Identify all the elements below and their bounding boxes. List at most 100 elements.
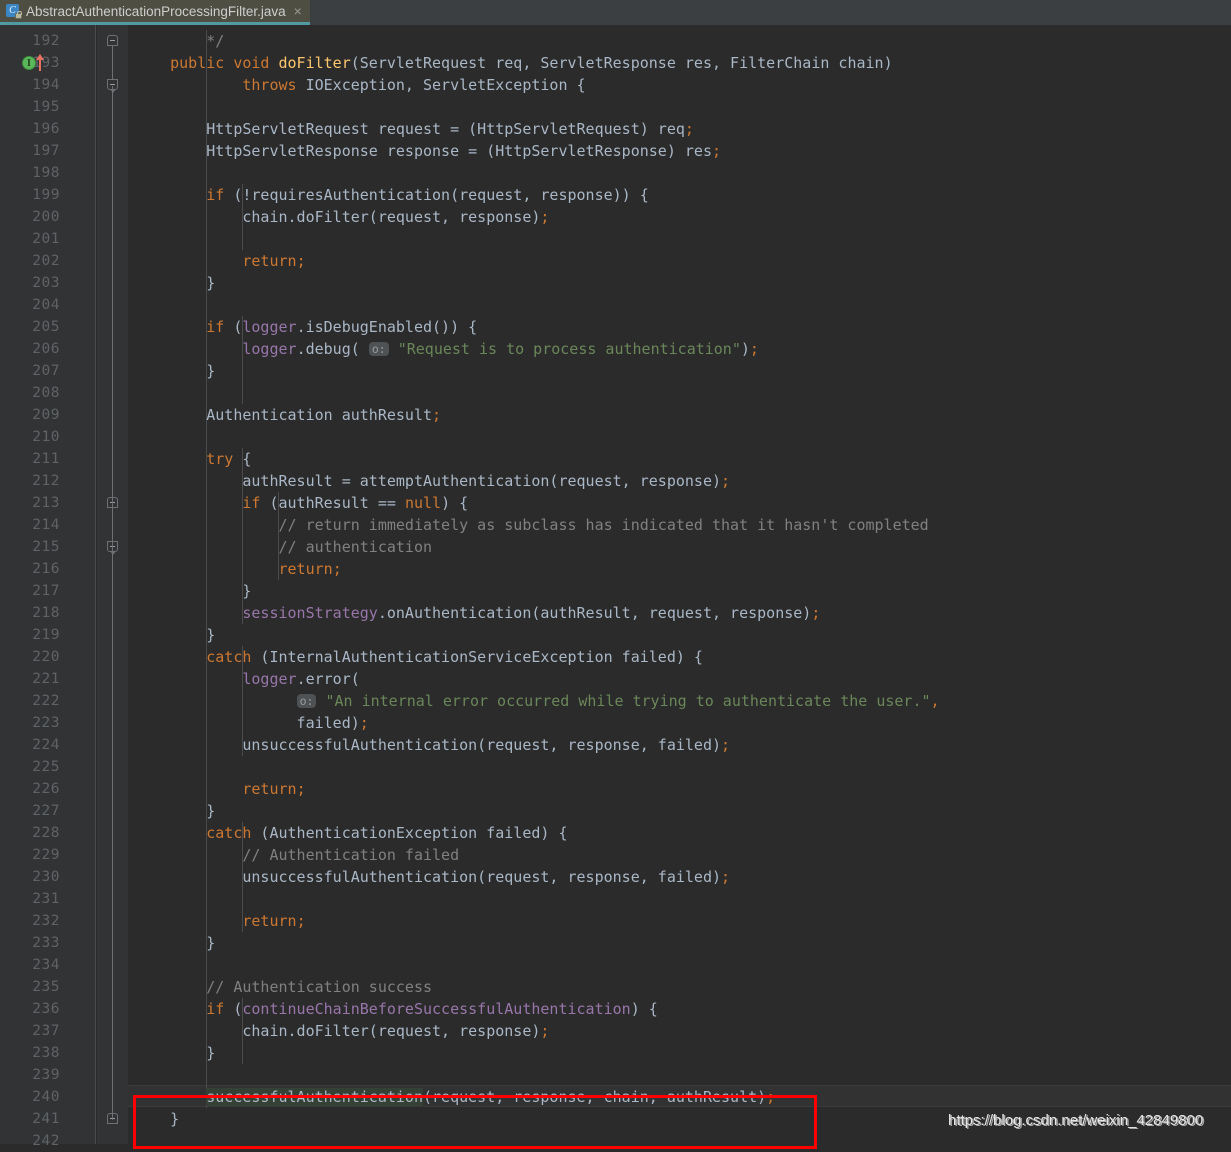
code-line[interactable]: // authentication xyxy=(128,536,1231,558)
code-token: ) { xyxy=(630,1000,658,1018)
close-icon[interactable]: × xyxy=(292,4,302,18)
editor-tab-abstractauthenticationprocessingfilter[interactable]: C AbstractAuthenticationProcessingFilter… xyxy=(0,0,310,25)
line-number: 206 xyxy=(32,341,60,357)
code-token: ; xyxy=(432,406,442,424)
code-line[interactable]: */ xyxy=(128,30,1231,52)
code-line[interactable]: } xyxy=(128,624,1231,646)
code-token: ; xyxy=(766,1088,776,1106)
line-number: 214 xyxy=(32,517,60,533)
editor-gutter[interactable]: 192 193 194 195 196 197 198 199 200 201 202 203 204 2… xyxy=(0,25,96,1149)
code-line[interactable]: sessionStrategy.onAuthentication(authRes… xyxy=(128,602,1231,624)
code-token: ) { xyxy=(441,494,469,512)
code-line[interactable]: o: "An internal error occurred while try… xyxy=(128,690,1231,712)
code-line[interactable] xyxy=(128,888,1231,910)
code-line[interactable]: } xyxy=(128,800,1231,822)
code-token: try xyxy=(206,450,234,468)
code-line[interactable]: Authentication authResult; xyxy=(128,404,1231,426)
code-line[interactable]: } xyxy=(128,580,1231,602)
code-folding-strip[interactable] xyxy=(97,25,128,1144)
line-number: 208 xyxy=(32,385,60,401)
code-line[interactable]: } xyxy=(128,1042,1231,1064)
code-line[interactable] xyxy=(128,1130,1231,1144)
code-line[interactable]: return; xyxy=(128,250,1231,272)
line-number: 212 xyxy=(32,473,60,489)
code-line[interactable]: catch (InternalAuthenticationServiceExce… xyxy=(128,646,1231,668)
override-arrow-icon[interactable] xyxy=(36,54,44,71)
code-line[interactable]: return; xyxy=(128,558,1231,580)
code-line[interactable] xyxy=(128,228,1231,250)
line-number: 203 xyxy=(32,275,60,291)
line-number: 240 xyxy=(32,1089,60,1105)
code-line[interactable]: } xyxy=(128,360,1231,382)
line-number: 239 xyxy=(32,1067,60,1083)
code-token: return xyxy=(242,912,297,930)
line-number: 227 xyxy=(32,803,60,819)
code-line[interactable]: if (authResult == null) { xyxy=(128,492,1231,514)
code-line[interactable]: throws IOException, ServletException { xyxy=(128,74,1231,96)
code-line[interactable]: public void doFilter(ServletRequest req,… xyxy=(128,52,1231,74)
line-number: 218 xyxy=(32,605,60,621)
code-token: return xyxy=(278,560,333,578)
code-token: IOException, ServletException { xyxy=(296,76,586,94)
code-line[interactable]: chain.doFilter(request, response); xyxy=(128,206,1231,228)
code-line[interactable]: // Authentication success xyxy=(128,976,1231,998)
code-line[interactable] xyxy=(128,954,1231,976)
code-token: ( xyxy=(224,1000,243,1018)
fold-marker-open[interactable] xyxy=(107,35,118,46)
code-token: (AuthenticationException failed) { xyxy=(251,824,568,842)
code-line[interactable]: HttpServletResponse response = (HttpServ… xyxy=(128,140,1231,162)
line-number: 234 xyxy=(32,957,60,973)
code-line[interactable] xyxy=(128,96,1231,118)
code-token: // Authentication failed xyxy=(134,846,460,864)
code-line[interactable]: if (logger.isDebugEnabled()) { xyxy=(128,316,1231,338)
code-line[interactable]: chain.doFilter(request, response); xyxy=(128,1020,1231,1042)
code-line[interactable]: // return immediately as subclass has in… xyxy=(128,514,1231,536)
code-line[interactable]: successfulAuthentication(request, respon… xyxy=(128,1086,1231,1108)
code-line[interactable]: if (!requiresAuthentication(request, res… xyxy=(128,184,1231,206)
code-line[interactable] xyxy=(128,162,1231,184)
line-number: 213 xyxy=(32,495,60,511)
code-line[interactable]: return; xyxy=(128,778,1231,800)
line-number: 205 xyxy=(32,319,60,335)
code-line[interactable]: catch (AuthenticationException failed) { xyxy=(128,822,1231,844)
code-line[interactable] xyxy=(128,382,1231,404)
code-editor[interactable]: 192 193 194 195 196 197 198 199 200 201 202 203 204 2… xyxy=(0,25,1231,1149)
code-line[interactable]: return; xyxy=(128,910,1231,932)
code-line[interactable] xyxy=(128,294,1231,316)
line-number: 238 xyxy=(32,1045,60,1061)
line-number: 228 xyxy=(32,825,60,841)
line-number: 231 xyxy=(32,891,60,907)
code-line[interactable]: unsuccessfulAuthentication(request, resp… xyxy=(128,734,1231,756)
code-line[interactable]: failed); xyxy=(128,712,1231,734)
code-line[interactable] xyxy=(128,1064,1231,1086)
code-line[interactable]: logger.error( xyxy=(128,668,1231,690)
line-number: 230 xyxy=(32,869,60,885)
code-token: return xyxy=(242,252,297,270)
line-number: 197 xyxy=(32,143,60,159)
line-number: 201 xyxy=(32,231,60,247)
code-line[interactable]: } xyxy=(128,932,1231,954)
line-number: 219 xyxy=(32,627,60,643)
code-token: // return immediately as subclass has in… xyxy=(134,516,929,534)
code-line[interactable]: HttpServletRequest request = (HttpServle… xyxy=(128,118,1231,140)
lock-icon xyxy=(15,11,22,19)
code-line[interactable] xyxy=(128,756,1231,778)
code-line[interactable]: unsuccessfulAuthentication(request, resp… xyxy=(128,866,1231,888)
code-token: ; xyxy=(721,472,731,490)
code-line[interactable]: authResult = attemptAuthentication(reque… xyxy=(128,470,1231,492)
code-line[interactable]: try { xyxy=(128,448,1231,470)
code-line[interactable] xyxy=(128,426,1231,448)
line-number: 236 xyxy=(32,1001,60,1017)
code-line[interactable]: } xyxy=(128,272,1231,294)
line-number: 222 xyxy=(32,693,60,709)
code-line[interactable]: logger.debug( o: "Request is to process … xyxy=(128,338,1231,360)
code-content-area[interactable]: */ public void doFilter(ServletRequest r… xyxy=(128,25,1231,1144)
code-line[interactable]: if (continueChainBeforeSuccessfulAuthent… xyxy=(128,998,1231,1020)
code-line[interactable]: // Authentication failed xyxy=(128,844,1231,866)
